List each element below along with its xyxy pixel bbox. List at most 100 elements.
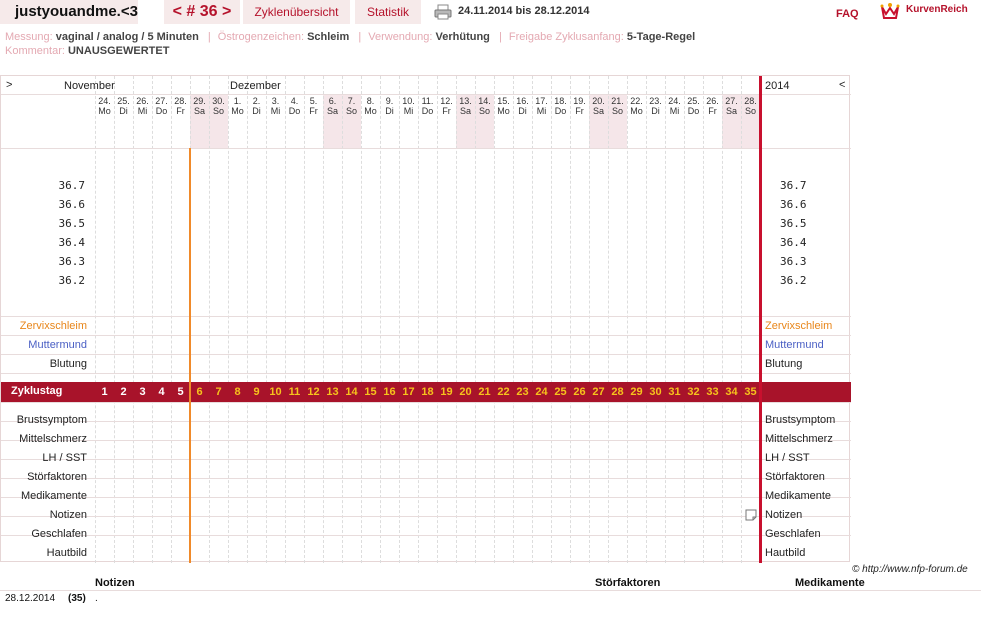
day-label: 8. Mo: [364, 96, 377, 116]
cycle-day: 26: [573, 386, 586, 398]
cycle-day: 30: [649, 386, 662, 398]
cycle-day: 34: [725, 386, 738, 398]
top-bar: justyouandme.<3 < # 36 > Zyklenübersicht…: [0, 0, 981, 26]
temperature-label: 36.5: [58, 217, 86, 230]
cycle-day: 11: [288, 386, 301, 398]
temperature-label: 36.4: [780, 236, 807, 249]
current-day-marker: [759, 76, 762, 563]
notes-header: Notizen: [95, 577, 135, 589]
cycle-day: 9: [253, 386, 260, 398]
row-label: Störfaktoren: [765, 471, 825, 483]
day-gridline: [171, 76, 172, 563]
row-divider: [1, 148, 851, 149]
day-label: 5. Fr: [309, 96, 318, 116]
day-label: 19. Fr: [573, 96, 586, 116]
temperature-label: 36.3: [780, 255, 807, 268]
day-gridline: [570, 76, 571, 563]
cycle-day: 13: [326, 386, 339, 398]
day-label: 26. Mi: [136, 96, 149, 116]
disturbances-header: Störfaktoren: [595, 577, 661, 589]
day-label: 16. Di: [516, 96, 529, 116]
day-gridline: [722, 76, 723, 563]
row-label: Geschlafen: [765, 528, 821, 540]
divider: [0, 590, 981, 591]
temperature-label: 36.7: [58, 179, 86, 192]
note-icon[interactable]: [745, 509, 757, 521]
date-range: 24.11.2014 bis 28.12.2014: [458, 5, 590, 17]
note-date: 28.12.2014: [5, 593, 56, 604]
copyright: © http://www.nfp-forum.de: [852, 564, 968, 575]
day-label: 29. Sa: [193, 96, 206, 116]
day-gridline: [361, 76, 362, 563]
day-label: 3. Mi: [270, 96, 281, 116]
day-label: 24. Mi: [668, 96, 681, 116]
temperature-label: 36.3: [58, 255, 86, 268]
cycle-day: 25: [554, 386, 567, 398]
usage-label: Verwendung:: [368, 31, 433, 43]
tab-statistics[interactable]: Statistik: [355, 0, 421, 24]
row-divider: [1, 354, 851, 355]
day-gridline: [304, 76, 305, 563]
row-divider: [1, 316, 851, 317]
day-gridline: [551, 76, 552, 563]
day-label: 9. Di: [385, 96, 394, 116]
cycle-day: 21: [478, 386, 491, 398]
row-divider: [1, 497, 851, 498]
row-label: Medikamente: [20, 490, 87, 502]
row-divider: [1, 421, 851, 422]
day-label: 1. Mo: [231, 96, 244, 116]
tab-cycle-overview[interactable]: Zyklenübersicht: [243, 0, 350, 24]
row-divider: [1, 440, 851, 441]
release-label: Freigabe Zyklusanfang:: [508, 31, 624, 43]
day-label: 15. Mo: [497, 96, 510, 116]
day-gridline: [703, 76, 704, 563]
cycle-day: 28: [611, 386, 624, 398]
day-label: 23. Di: [649, 96, 662, 116]
printer-icon[interactable]: [434, 4, 452, 20]
measurement-value: vaginal / analog / 5 Minuten: [55, 31, 199, 43]
day-label: 7. So: [345, 96, 357, 116]
day-label: 13. Sa: [459, 96, 472, 116]
day-gridline: [152, 76, 153, 563]
cycle-day: 2: [120, 386, 127, 398]
row-divider: [1, 373, 851, 374]
row-label: Muttermund: [765, 339, 824, 351]
previous-cycle-arrow[interactable]: >: [6, 79, 12, 91]
row-label: Blutung: [765, 358, 803, 370]
row-divider: [1, 459, 851, 460]
cycle-day: 8: [234, 386, 241, 398]
cycle-day-label: Zyklustag: [11, 385, 63, 397]
cycle-day: 29: [630, 386, 643, 398]
cycle-day: 1: [101, 386, 108, 398]
row-label: Zervixschleim: [19, 320, 87, 332]
cycle-start-marker: [189, 148, 191, 563]
day-label: 17. Mi: [535, 96, 548, 116]
cycle-chart: > November Dezember 2014 < 24. Mo 25. Di 26.…: [0, 75, 851, 563]
cycle-navigator[interactable]: < # 36 >: [164, 0, 240, 24]
cycle-day: 3: [139, 386, 146, 398]
day-gridline: [665, 76, 666, 563]
day-label: 21. So: [611, 96, 624, 116]
measurement-label: Messung:: [5, 31, 53, 43]
brand-name[interactable]: KurvenReich: [906, 4, 968, 15]
row-label: Notizen: [49, 509, 87, 521]
row-label: Blutung: [49, 358, 87, 370]
cycle-day: 23: [516, 386, 529, 398]
cycle-meta: Messung: vaginal / analog / 5 Minuten | …: [5, 30, 965, 58]
cycle-day: 33: [706, 386, 719, 398]
cycle-day: 31: [668, 386, 681, 398]
row-label: Muttermund: [28, 339, 87, 351]
day-label: 4. Do: [288, 96, 301, 116]
day-label: 28. Fr: [174, 96, 187, 116]
row-divider: [1, 535, 851, 536]
cycle-day: 14: [345, 386, 358, 398]
day-label: 30. So: [212, 96, 225, 116]
day-label: 20. Sa: [592, 96, 605, 116]
day-gridline: [456, 76, 457, 563]
comment-value: UNAUSGEWERTET: [67, 45, 170, 57]
temperature-label: 36.2: [780, 274, 807, 287]
day-label: 11. Do: [421, 96, 434, 116]
faq-link[interactable]: FAQ: [836, 8, 859, 20]
day-gridline: [228, 76, 229, 563]
next-cycle-arrow[interactable]: <: [839, 79, 845, 91]
